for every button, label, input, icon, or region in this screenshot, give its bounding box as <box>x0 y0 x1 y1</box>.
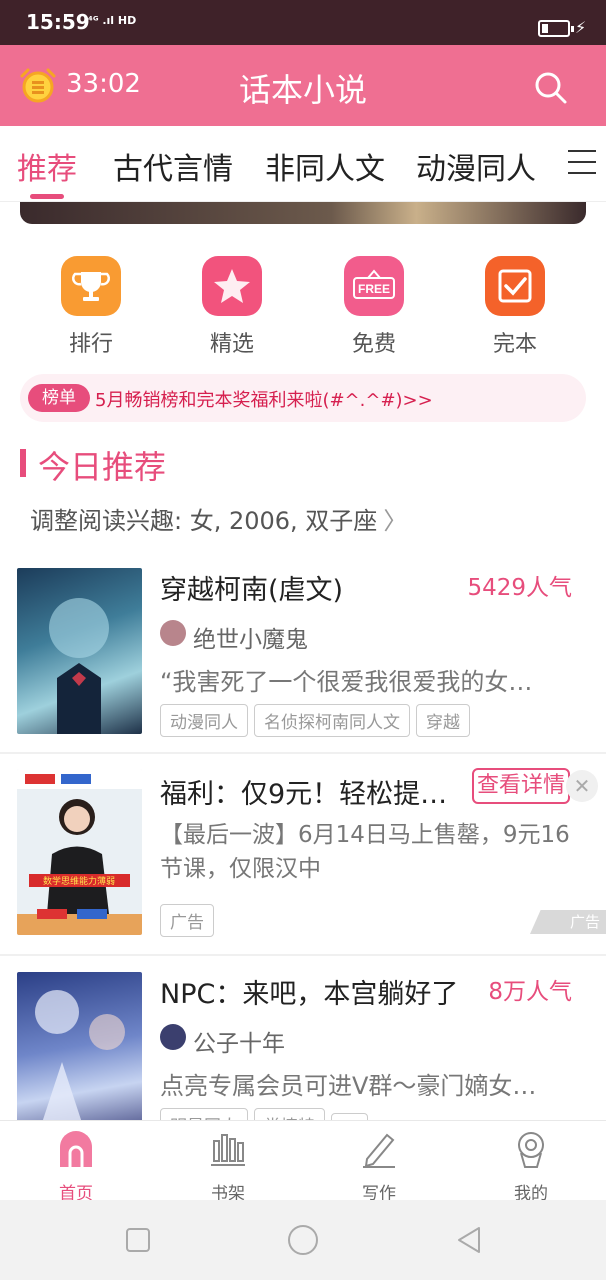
ad-description: 【最后一波】6月14日马上售罄，9元16节课，仅限汉中 <box>160 822 570 882</box>
tab-anime-fanfic[interactable]: 动漫同人 <box>416 144 536 188</box>
ad-tag: 广告 <box>160 904 214 937</box>
back-icon[interactable] <box>455 1225 483 1255</box>
banner-carousel[interactable] <box>20 202 586 224</box>
book-tag[interactable]: 常情特 <box>254 1108 325 1120</box>
book-author: 公子十年 <box>193 1031 285 1057</box>
book-popularity: 8万人气 <box>488 979 572 1005</box>
notice-text: 5月畅销榜和完本奖福利来啦(#^.^#)>> <box>95 390 433 411</box>
book-card[interactable]: NPC：来吧，本宫躺好了 8万人气 公子十年 点亮专属会员可进V群～豪门嫡女… … <box>0 972 606 1120</box>
book-popularity: 5429人气 <box>467 575 572 601</box>
pencil-icon <box>363 1133 395 1168</box>
home-button-icon[interactable] <box>287 1224 319 1256</box>
book-description: 点亮专属会员可进V群～豪门嫡女… <box>160 1072 537 1100</box>
home-icon <box>60 1131 92 1167</box>
free-icon: FREE <box>344 256 404 316</box>
book-tag[interactable]: 明星同人 <box>160 1108 248 1120</box>
ad-tags: 广告 <box>160 904 220 937</box>
quick-featured-label: 精选 <box>209 332 254 357</box>
search-icon[interactable] <box>530 67 570 107</box>
ad-cover: 数学思维能力薄弱 <box>17 769 142 935</box>
status-bar: 15:59 ⁴ᴳ .ıl HD ⚡ <box>0 0 606 45</box>
view-details-button[interactable]: 查看详情 <box>472 768 570 804</box>
section-title: 今日推荐 <box>38 448 167 486</box>
svg-text:FREE: FREE <box>358 282 390 296</box>
book-tag[interactable]: 动漫同人 <box>160 704 248 737</box>
reading-preferences-link[interactable]: 调整阅读兴趣: 女, 2006, 双子座〉 <box>30 501 407 536</box>
book-tag[interactable]: 名侦探柯南同人文 <box>254 704 410 737</box>
recent-apps-icon[interactable] <box>125 1227 151 1253</box>
book-cover <box>17 972 142 1120</box>
system-navigation-bar <box>0 1200 606 1280</box>
book-tags: 明星同人常情特 … <box>160 1108 374 1120</box>
tab-ancient-romance[interactable]: 古代言情 <box>113 144 233 188</box>
bookshelf-icon <box>211 1134 245 1166</box>
app-title: 话本小说 <box>238 71 367 109</box>
book-cover <box>17 568 142 734</box>
trophy-icon <box>61 256 121 316</box>
book-card[interactable]: 穿越柯南(虐文) 5429人气 绝世小魔鬼 “我害死了一个很爱我很爱我的女… 动… <box>0 568 606 738</box>
quick-rank[interactable]: 排行 <box>31 256 151 358</box>
quick-free[interactable]: FREE 免费 <box>314 256 434 358</box>
check-icon <box>485 256 545 316</box>
book-author: 绝世小魔鬼 <box>193 627 308 653</box>
notice-bar[interactable]: 榜单 5月畅销榜和完本奖福利来啦(#^.^#)>> <box>20 374 586 422</box>
bottom-navigation: 首页 书架 写作 我的 <box>0 1120 606 1204</box>
book-title: 穿越柯南(虐文) <box>160 575 344 606</box>
close-ad-icon[interactable]: ✕ <box>566 770 598 802</box>
menu-icon[interactable] <box>568 150 596 176</box>
ad-corner-text: 广告 <box>569 913 600 931</box>
divider <box>0 752 606 754</box>
book-title: NPC：来吧，本宫躺好了 <box>160 979 459 1010</box>
nav-write[interactable]: 写作 <box>329 1129 429 1204</box>
category-tabs: 推荐 古代言情 非同人文 动漫同人 <box>0 126 606 202</box>
notice-badge: 榜单 <box>28 384 90 412</box>
quick-free-label: 免费 <box>351 332 396 357</box>
ad-title: 福利：仅9元！轻松提… <box>160 779 448 810</box>
book-tag[interactable]: … <box>331 1113 368 1120</box>
signal-icon: ⁴ᴳ .ıl HD <box>88 14 137 27</box>
star-icon <box>202 256 262 316</box>
book-description: “我害死了一个很爱我很爱我的女… <box>160 668 533 696</box>
reading-preferences-text: 调整阅读兴趣: 女, 2006, 双子座 <box>30 507 378 535</box>
charging-icon: ⚡ <box>575 18 587 37</box>
author-avatar <box>160 620 186 646</box>
chevron-right-icon: 〉 <box>383 507 408 535</box>
quick-completed[interactable]: 完本 <box>455 256 575 358</box>
ad-corner-label: 广告 <box>530 910 606 934</box>
section-accent-bar <box>20 449 26 477</box>
divider <box>0 954 606 956</box>
tab-original[interactable]: 非同人文 <box>265 144 385 188</box>
status-time: 15:59 <box>26 10 90 34</box>
nav-home[interactable]: 首页 <box>26 1129 126 1204</box>
quick-featured[interactable]: 精选 <box>172 256 292 358</box>
battery-icon <box>538 20 574 37</box>
ad-card[interactable]: 数学思维能力薄弱 福利：仅9元！轻松提… 查看详情 ✕ 【最后一波】6月14日马… <box>0 768 606 938</box>
quick-rank-label: 排行 <box>68 332 113 357</box>
author-avatar <box>160 1024 186 1050</box>
tab-recommend[interactable]: 推荐 <box>17 144 77 188</box>
profile-icon <box>518 1132 544 1168</box>
book-tags: 动漫同人 名侦探柯南同人文 穿越 <box>160 704 476 737</box>
app-bar: 33:02 话本小说 <box>0 45 606 126</box>
nav-profile[interactable]: 我的 <box>481 1129 581 1204</box>
quick-completed-label: 完本 <box>492 332 537 357</box>
nav-bookshelf[interactable]: 书架 <box>178 1129 278 1204</box>
ad-cover-caption: 数学思维能力薄弱 <box>43 875 115 887</box>
active-tab-indicator <box>30 194 64 199</box>
book-tag[interactable]: 穿越 <box>416 704 470 737</box>
